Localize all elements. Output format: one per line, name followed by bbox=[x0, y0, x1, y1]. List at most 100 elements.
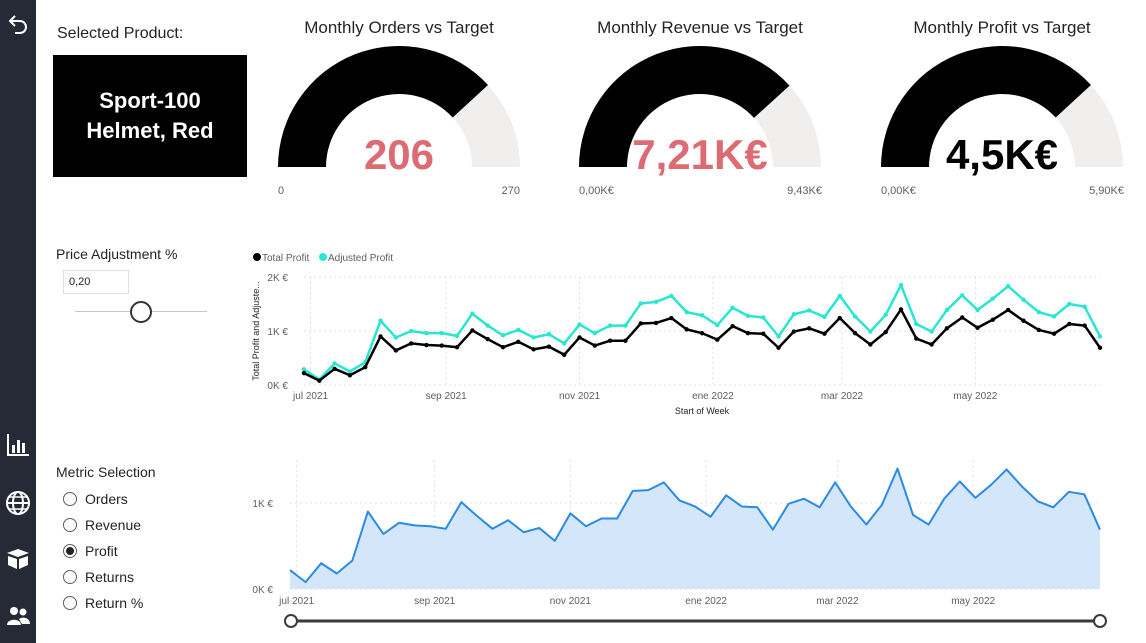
radio-button[interactable] bbox=[63, 544, 77, 558]
data-point bbox=[1036, 327, 1041, 333]
y-tick-label: 0K € bbox=[267, 381, 288, 392]
metric-selection-label: Metric Selection bbox=[56, 464, 156, 480]
area-fill bbox=[290, 468, 1100, 589]
data-point bbox=[730, 323, 735, 329]
range-start-handle[interactable] bbox=[284, 614, 298, 628]
data-point bbox=[1097, 334, 1103, 339]
y-tick-label: 1K € bbox=[267, 327, 288, 338]
data-point bbox=[439, 343, 444, 348]
metric-option-returns[interactable]: Returns bbox=[63, 569, 134, 585]
data-point bbox=[761, 315, 766, 320]
data-point bbox=[822, 331, 827, 336]
bar-chart-icon[interactable] bbox=[4, 431, 32, 459]
data-point bbox=[332, 366, 337, 371]
radio-button[interactable] bbox=[63, 492, 77, 506]
data-point bbox=[1067, 301, 1072, 307]
data-point bbox=[929, 329, 934, 334]
data-point bbox=[424, 342, 429, 348]
data-point bbox=[408, 341, 414, 346]
data-point bbox=[868, 329, 873, 334]
data-point bbox=[684, 309, 689, 315]
data-point bbox=[347, 373, 353, 378]
x-tick-label: jul 2021 bbox=[278, 596, 314, 607]
data-point bbox=[944, 307, 950, 313]
data-point bbox=[317, 378, 322, 383]
data-point bbox=[424, 330, 429, 336]
metric-option-revenue[interactable]: Revenue bbox=[63, 517, 141, 533]
data-point bbox=[975, 307, 980, 313]
data-point bbox=[990, 296, 996, 301]
x-tick-label: ene 2022 bbox=[692, 391, 734, 402]
data-point bbox=[669, 293, 674, 299]
data-point bbox=[960, 315, 965, 320]
data-point bbox=[562, 341, 567, 346]
data-point bbox=[806, 308, 812, 313]
x-tick-label: may 2022 bbox=[953, 391, 997, 402]
data-point bbox=[577, 322, 582, 327]
metric-option-return-pct[interactable]: Return % bbox=[63, 595, 143, 611]
radio-button[interactable] bbox=[63, 570, 77, 584]
data-point bbox=[745, 313, 751, 319]
data-point bbox=[914, 336, 919, 341]
data-point bbox=[454, 345, 460, 350]
series-line bbox=[303, 308, 1102, 382]
metric-option-label: Profit bbox=[85, 543, 118, 559]
data-point bbox=[439, 330, 444, 336]
data-point bbox=[684, 327, 689, 332]
x-tick-label: sep 2021 bbox=[414, 596, 456, 607]
x-tick-label: nov 2021 bbox=[559, 391, 601, 402]
box-icon[interactable] bbox=[4, 545, 32, 573]
range-end-handle[interactable] bbox=[1093, 614, 1107, 628]
data-point bbox=[699, 330, 705, 336]
data-point bbox=[883, 312, 888, 317]
legend-marker bbox=[253, 253, 261, 261]
data-point bbox=[898, 307, 904, 312]
x-tick-label: mar 2022 bbox=[816, 596, 859, 607]
data-point bbox=[837, 315, 842, 321]
data-point bbox=[761, 331, 766, 336]
data-point bbox=[1097, 345, 1103, 350]
x-tick-label: jul 2021 bbox=[292, 391, 328, 402]
data-point bbox=[990, 317, 996, 322]
data-point bbox=[1051, 314, 1057, 319]
users-icon[interactable] bbox=[4, 602, 32, 630]
radio-button[interactable] bbox=[63, 518, 77, 532]
data-point bbox=[332, 361, 337, 366]
data-point bbox=[638, 321, 643, 326]
data-point bbox=[898, 282, 904, 288]
metric-option-profit[interactable]: Profit bbox=[63, 543, 118, 559]
data-point bbox=[944, 326, 950, 331]
data-point bbox=[562, 352, 567, 357]
data-point bbox=[378, 334, 383, 339]
data-point bbox=[623, 323, 628, 328]
data-point bbox=[607, 323, 613, 328]
data-point bbox=[393, 348, 399, 353]
data-point bbox=[623, 338, 628, 343]
data-point bbox=[607, 338, 613, 343]
x-tick-label: mar 2022 bbox=[821, 391, 864, 402]
data-point bbox=[363, 364, 368, 370]
x-tick-label: may 2022 bbox=[951, 596, 995, 607]
legend-marker bbox=[319, 253, 327, 261]
x-tick-label: sep 2021 bbox=[426, 391, 468, 402]
data-point bbox=[592, 330, 598, 336]
data-point bbox=[516, 339, 521, 344]
data-point bbox=[470, 328, 475, 333]
data-point bbox=[868, 342, 873, 347]
y-axis-title: Total Profit and Adjuste... bbox=[251, 281, 261, 381]
y-tick-label: 2K € bbox=[267, 273, 288, 284]
metric-option-label: Orders bbox=[85, 491, 128, 507]
data-point bbox=[653, 320, 659, 326]
radio-button[interactable] bbox=[63, 596, 77, 610]
globe-icon[interactable] bbox=[4, 489, 32, 517]
data-point bbox=[393, 335, 399, 340]
x-axis-title: Start of Week bbox=[675, 406, 730, 416]
data-point bbox=[546, 344, 552, 349]
data-point bbox=[592, 343, 598, 348]
data-point bbox=[1036, 309, 1041, 315]
area-line bbox=[289, 467, 1101, 584]
data-point bbox=[408, 328, 414, 334]
data-point bbox=[960, 293, 965, 298]
data-point bbox=[485, 336, 490, 342]
metric-option-orders[interactable]: Orders bbox=[63, 491, 128, 507]
